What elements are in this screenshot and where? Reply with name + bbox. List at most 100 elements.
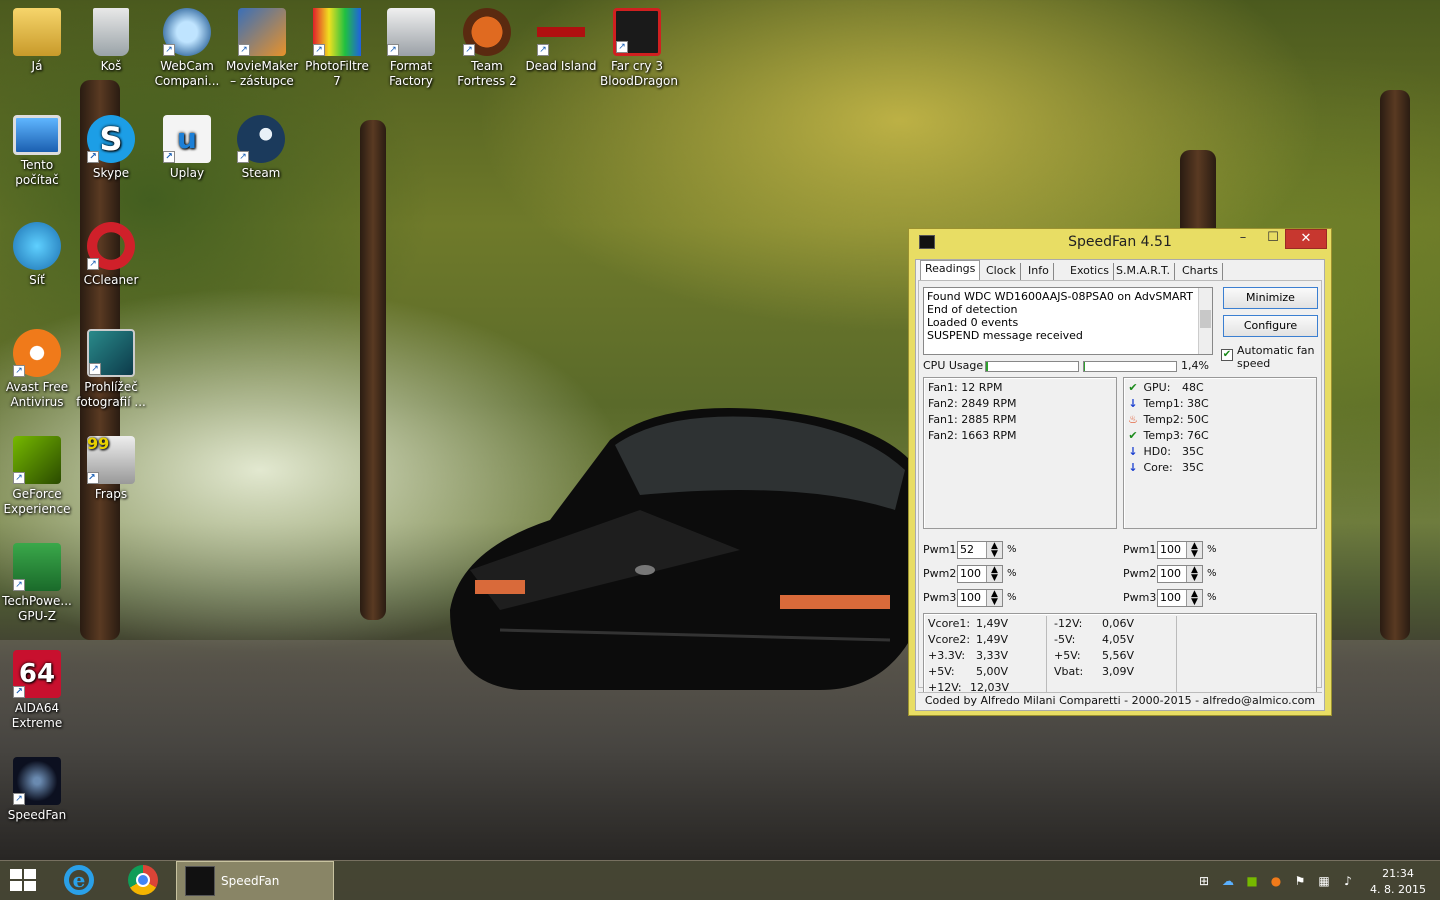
down-arrow-icon: ↓ [1128,397,1138,410]
tab-clock[interactable]: Clock [982,263,1021,281]
pwm-percent: % [1007,568,1017,579]
down-arrow-icon: ↓ [1128,461,1138,474]
pwm1-stepper-right[interactable]: 100 ▲ ▼ [1157,541,1203,559]
desktop-icon-tf2[interactable]: ↗ Team Fortress 2 [450,8,524,89]
speedfan-taskbar-button[interactable]: SpeedFan [176,861,334,900]
desktop-icon-skype[interactable]: S ↗ Skype [74,115,148,181]
desktop-icon-ja[interactable]: Já [0,8,74,74]
title-bar[interactable]: SpeedFan 4.51 – ☐ ✕ [909,229,1331,255]
desktop-icon-aida64[interactable]: 64 ↗ AIDA64 Extreme [0,650,74,731]
desktop-icon-fraps[interactable]: 99 ↗ Fraps [74,436,148,502]
onedrive-tray-icon[interactable]: ☁ [1220,873,1236,889]
temp-row: ✔ Temp3: 76C [1126,428,1208,444]
chrome-taskbar-icon[interactable] [128,865,160,897]
geforce-icon: ↗ [13,436,61,484]
network-icon [13,222,61,270]
cpu-usage-fill [1084,362,1085,371]
pwm2-label-right: Pwm2: [1123,567,1161,580]
desktop-icon-deadisland[interactable]: ↗ Dead Island [524,8,598,74]
spin-arrows-icon[interactable]: ▲ ▼ [1186,590,1202,607]
spin-arrows-icon[interactable]: ▲ ▼ [986,542,1002,559]
tab-smart[interactable]: S.M.A.R.T. [1112,263,1175,281]
tab-info[interactable]: Info [1024,263,1054,281]
minimize-button[interactable]: Minimize [1223,287,1318,309]
volume-tray-icon[interactable]: ♪ [1340,873,1356,889]
desktop-icon-tento-pocitac[interactable]: Tento počítač [0,115,74,188]
spin-arrows-icon[interactable]: ▲ ▼ [1186,542,1202,559]
voltage-divider [1046,616,1047,696]
desktop-icon-label: Tento počítač [15,158,59,187]
spin-arrows-icon[interactable]: ▲ ▼ [986,566,1002,583]
tree-trunk [360,120,386,620]
pwm2-stepper-right[interactable]: 100 ▲ ▼ [1157,565,1203,583]
internet-explorer-taskbar-icon[interactable]: e [64,865,98,897]
desktop-icon-geforce[interactable]: ↗ GeForce Experience [0,436,74,517]
automatic-fan-speed-checkbox[interactable]: ✔ [1221,349,1233,361]
desktop-icon-kos[interactable]: Koš [74,8,148,74]
temp-name: Core: [1143,461,1173,474]
desktop-icon-label: Fraps [94,487,128,501]
temperatures-box: ✔ GPU: 48C ↓ Temp1: 38C ♨ Temp2: 50C ✔ T… [1123,377,1317,529]
desktop-icon-formatfactory[interactable]: ↗ Format Factory [374,8,448,89]
pwm3-stepper-right[interactable]: 100 ▲ ▼ [1157,589,1203,607]
desktop-icon-speedfan[interactable]: ↗ SpeedFan [0,757,74,823]
temp-row: ♨ Temp2: 50C [1126,412,1209,428]
desktop-icon-label: Skype [92,166,130,180]
pwm-value: 100 [1160,567,1181,580]
tab-readings[interactable]: Readings [920,260,981,281]
desktop-icon-moviemaker[interactable]: ↗ MovieMaker – zástupce [225,8,299,89]
desktop-icon-sit[interactable]: Síť [0,222,74,288]
desktop-icon-avast[interactable]: ↗ Avast Free Antivirus [0,329,74,410]
voltage-name: -12V: [1054,617,1083,630]
desktop-icon-gpuz[interactable]: ↗ TechPowe... GPU-Z [0,543,74,624]
windows-logo-icon [24,869,36,879]
scrollbar-thumb[interactable] [1200,310,1211,328]
nvidia-tray-icon[interactable]: ■ [1244,873,1260,889]
desktop-icon-label: WebCam Compani... [154,59,220,88]
readings-panel: Found WDC WD1600AAJS-08PSA0 on AdvSMART … [918,280,1322,699]
maximize-window-button[interactable]: ☐ [1259,229,1287,249]
start-button[interactable] [10,869,38,893]
voltage-row: +5V: 5,00V [928,664,1008,680]
voltages-box: Vcore1: 1,49V Vcore2: 1,49V +3.3V: 3,33V +5… [923,613,1317,699]
dead-island-icon: ↗ [537,8,585,56]
tab-charts[interactable]: Charts [1178,263,1223,281]
avast-tray-icon[interactable]: ● [1268,873,1284,889]
log-line: Loaded 0 events [927,316,1019,329]
taskbar-clock[interactable]: 21:34 4. 8. 2015 [1368,866,1428,898]
desktop-icon-ccleaner[interactable]: ↗ CCleaner [74,222,148,288]
cpu-usage-fill [986,362,988,371]
desktop-icon-uplay[interactable]: u ↗ Uplay [150,115,224,181]
tab-exotics[interactable]: Exotics [1066,263,1114,281]
clock-date: 4. 8. 2015 [1370,883,1426,896]
desktop-icon-label: Já [31,59,43,73]
minimize-window-button[interactable]: – [1229,229,1257,249]
clock-time: 21:34 [1382,867,1414,880]
log-scrollbar[interactable] [1198,288,1212,354]
desktop-icon-farcry[interactable]: ↗ Far cry 3 BloodDragon [600,8,678,89]
voltage-value: 1,49V [976,617,1009,630]
log-line: Found WDC WD1600AAJS-08PSA0 on AdvSMART [927,290,1193,303]
spin-arrows-icon[interactable]: ▲ ▼ [986,590,1002,607]
desktop-icon-steam[interactable]: ↗ Steam [224,115,298,181]
desktop-icon-webcam[interactable]: ↗ WebCam Compani... [150,8,224,89]
configure-button[interactable]: Configure [1223,315,1318,337]
spin-arrows-icon[interactable]: ▲ ▼ [1186,566,1202,583]
close-window-button[interactable]: ✕ [1285,229,1327,249]
temp-value: 50C [1187,413,1209,426]
temp-value: 35C [1182,461,1204,474]
network-tray-icon[interactable]: ▦ [1316,873,1332,889]
event-log[interactable]: Found WDC WD1600AAJS-08PSA0 on AdvSMART … [923,287,1213,355]
desktop-icon-photofiltre[interactable]: ↗ PhotoFiltre 7 [300,8,374,89]
speedfan-window[interactable]: SpeedFan 4.51 – ☐ ✕ Readings Clock Info … [908,228,1332,716]
pwm3-stepper-left[interactable]: 100 ▲ ▼ [957,589,1003,607]
avast-icon: ↗ [13,329,61,377]
fan-reading: Fan2: 1663 RPM [928,429,1017,442]
flag-tray-icon[interactable]: ⚑ [1292,873,1308,889]
temp-row: ↓ HD0: 35C [1126,444,1203,460]
webcam-icon: ↗ [163,8,211,56]
windows-tray-icon[interactable]: ⊞ [1196,873,1212,889]
pwm1-stepper-left[interactable]: 52 ▲ ▼ [957,541,1003,559]
desktop-icon-prohlizec[interactable]: ↗ Prohlížeč fotografií ... [74,329,148,410]
pwm2-stepper-left[interactable]: 100 ▲ ▼ [957,565,1003,583]
